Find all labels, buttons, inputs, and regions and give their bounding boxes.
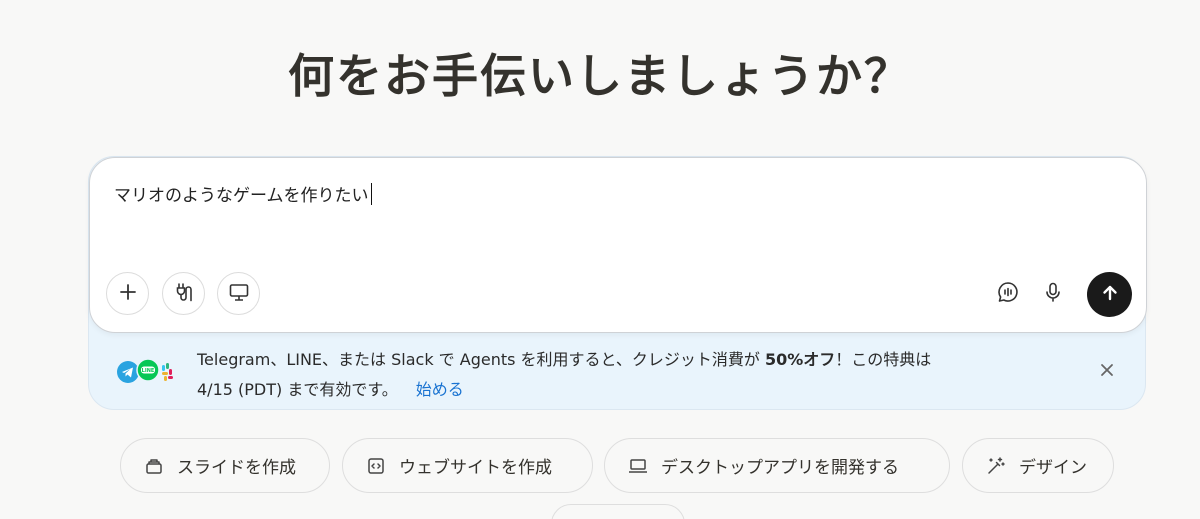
- magic-wand-icon: [985, 455, 1007, 477]
- voice-input-button[interactable]: [1037, 278, 1069, 310]
- feedback-button[interactable]: [992, 278, 1024, 310]
- chip-design[interactable]: デザイン: [962, 438, 1114, 493]
- chip-label: デスクトップアプリを開発する: [661, 458, 899, 478]
- promo-line-2: 4/15 (PDT) まで有効です。 始める: [197, 375, 1077, 405]
- slack-logo: [162, 363, 173, 381]
- monitor-icon: [228, 281, 250, 307]
- prompt-input-value: マリオのようなゲームを作りたい: [114, 186, 369, 206]
- telegram-logo: [117, 361, 139, 383]
- line-logo: LINE: [136, 358, 160, 382]
- text-caret: [370, 182, 372, 205]
- page-title: 何をお手伝いしましょうか？: [288, 49, 912, 103]
- chat-bubble-icon: [996, 280, 1020, 308]
- microphone-icon: [1042, 281, 1064, 307]
- close-icon: [1100, 362, 1114, 381]
- close-banner-button[interactable]: [1097, 361, 1117, 381]
- promo-text-pre: Telegram、LINE、または Slack で Agents を利用すると、…: [197, 350, 765, 369]
- chip-create-slides[interactable]: スライドを作成: [120, 438, 330, 493]
- promo-text-post: ！この特典は: [835, 350, 932, 369]
- promo-banner: LINE Telegram、LINE、または Slack で Agents を利…: [89, 333, 1147, 411]
- chip-create-website[interactable]: ウェブサイトを作成: [342, 438, 593, 493]
- promo-line-1: Telegram、LINE、または Slack で Agents を利用すると、…: [197, 345, 1077, 375]
- arrow-up-icon: [1100, 283, 1120, 307]
- send-button[interactable]: [1087, 272, 1132, 317]
- computer-button[interactable]: [217, 272, 260, 315]
- prompt-input[interactable]: マリオのようなゲームを作りたい: [114, 181, 372, 206]
- connectors-button[interactable]: [162, 272, 205, 315]
- prompt-box[interactable]: マリオのようなゲームを作りたい: [89, 157, 1147, 333]
- promo-discount: 50%オフ: [764, 350, 836, 369]
- slides-icon: [143, 455, 165, 477]
- promo-text: Telegram、LINE、または Slack で Agents を利用すると、…: [197, 345, 1077, 405]
- app-logos: LINE: [116, 357, 180, 387]
- plug-icon: [173, 281, 195, 307]
- composer: マリオのようなゲームを作りたい LINE Telegram、LINE、または S…: [88, 156, 1147, 411]
- chip-label: スライドを作成: [177, 458, 296, 478]
- code-window-icon: [365, 455, 387, 477]
- chip-develop-desktop-app[interactable]: デスクトップアプリを開発する: [604, 438, 950, 493]
- suggestion-chips: スライドを作成 ウェブサイトを作成 デスクトップアプリを開発する デザイン: [0, 438, 1200, 494]
- add-button[interactable]: [106, 272, 149, 315]
- svg-text:LINE: LINE: [142, 368, 155, 374]
- plus-icon: [118, 282, 138, 306]
- chip-label: ウェブサイトを作成: [399, 458, 552, 478]
- promo-validity: 4/15 (PDT) まで有効です。: [197, 380, 398, 399]
- more-suggestion-chip[interactable]: [551, 504, 685, 519]
- laptop-icon: [627, 455, 649, 477]
- get-started-link[interactable]: 始める: [416, 380, 464, 399]
- chip-label: デザイン: [1019, 458, 1087, 478]
